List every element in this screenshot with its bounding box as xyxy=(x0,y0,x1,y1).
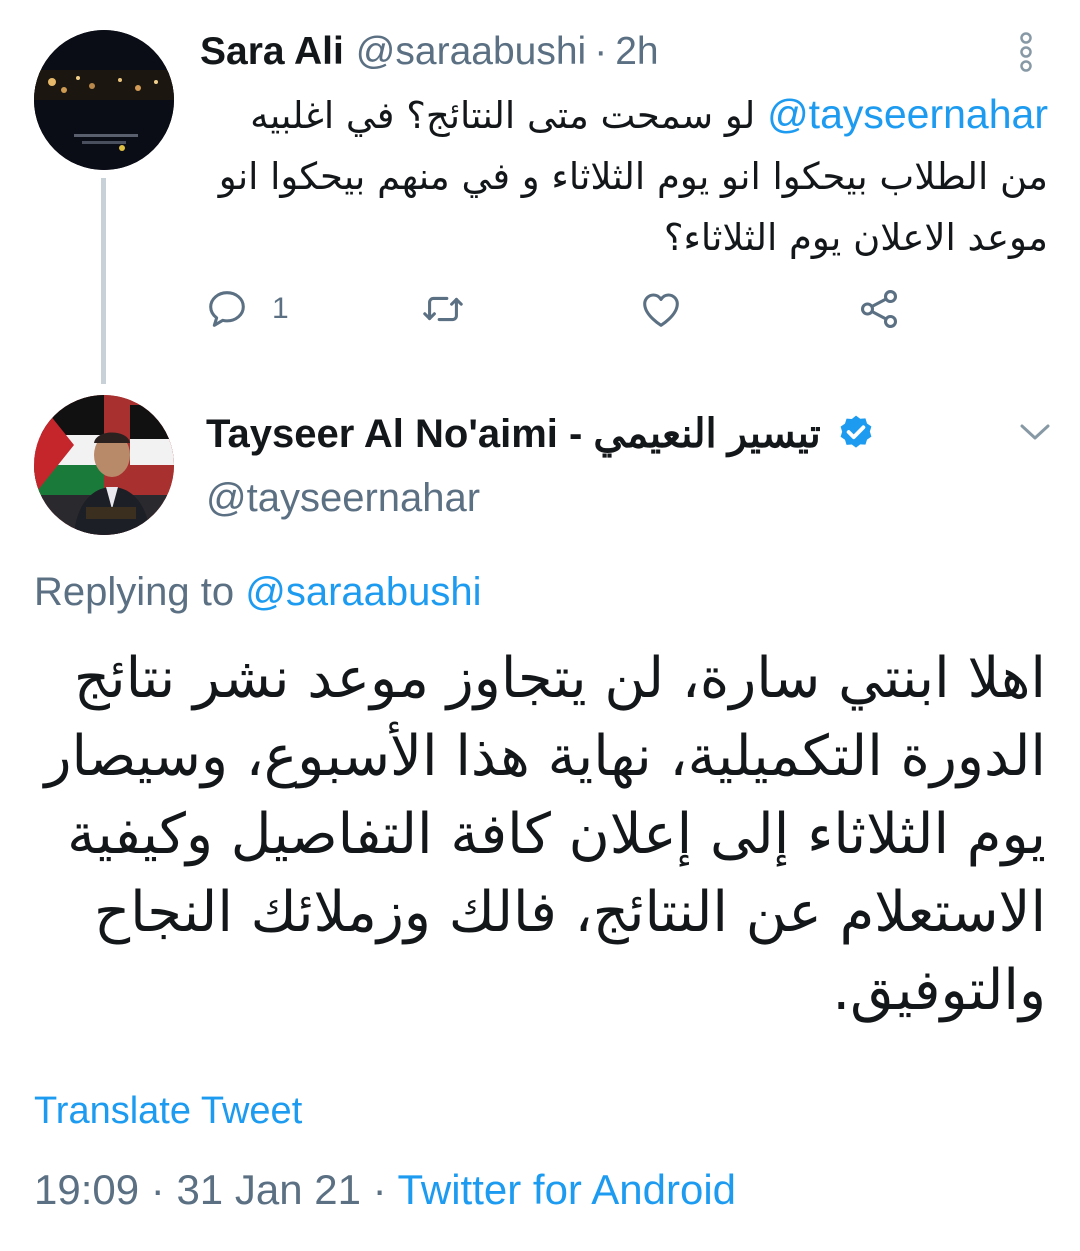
tweet-meta: 19:09 · 31 Jan 21 · Twitter for Android xyxy=(34,1166,736,1214)
author-handle[interactable]: @tayseernahar xyxy=(206,476,480,521)
tweet-date: 31 Jan 21 xyxy=(176,1166,361,1213)
translate-tweet-link[interactable]: Translate Tweet xyxy=(34,1090,302,1133)
tweet-time[interactable]: 2h xyxy=(615,30,658,74)
reply-button[interactable]: 1 xyxy=(204,286,289,332)
reply-author-row: Tayseer Al No'aimi - تيسير النعيمي xyxy=(206,404,877,464)
tweet-source-link[interactable]: Twitter for Android xyxy=(398,1166,736,1213)
parent-tweet-header: Sara Ali @saraabushi · 2h xyxy=(200,26,659,78)
reply-tweet-text: اهلا ابنتي سارة، لن يتجاوز موعد نشر نتائ… xyxy=(44,646,1046,1023)
separator-dot: · xyxy=(594,30,608,73)
official-portrait-avatar-image xyxy=(34,395,174,535)
more-vertical-icon[interactable] xyxy=(1014,32,1038,72)
verified-badge-icon xyxy=(840,415,872,448)
separator-dot: · xyxy=(150,1166,165,1213)
heart-icon xyxy=(643,293,679,327)
share-icon xyxy=(860,290,898,328)
author-name[interactable]: Tayseer Al No'aimi - تيسير النعيمي xyxy=(206,411,821,457)
like-button[interactable] xyxy=(638,286,684,332)
replying-to-handle[interactable]: @saraabushi xyxy=(245,570,481,614)
mention-link[interactable]: @tayseernahar xyxy=(767,91,1048,137)
replying-to-label: Replying to xyxy=(34,570,235,614)
sara-ali-avatar[interactable] xyxy=(34,30,174,170)
tweet-action-bar: 1 xyxy=(200,286,920,336)
separator-dot: · xyxy=(372,1166,387,1213)
reply-count: 1 xyxy=(272,292,289,325)
share-button[interactable] xyxy=(856,286,902,332)
retweet-icon xyxy=(423,296,463,322)
replying-to: Replying to @saraabushi xyxy=(34,570,482,615)
retweet-button[interactable] xyxy=(420,286,466,332)
tayseer-avatar[interactable] xyxy=(34,395,174,535)
chevron-down-icon[interactable] xyxy=(1016,420,1054,444)
parent-tweet-text: @tayseernahar لو سمحت متى النتائج؟ في اغ… xyxy=(200,84,1048,268)
tweet-time: 19:09 xyxy=(34,1166,140,1213)
author-handle[interactable]: @saraabushi xyxy=(356,30,586,74)
reply-icon xyxy=(209,291,245,327)
author-name[interactable]: Sara Ali xyxy=(200,30,344,74)
thread-connector-line xyxy=(101,178,106,384)
night-photo-avatar-image xyxy=(34,30,174,170)
